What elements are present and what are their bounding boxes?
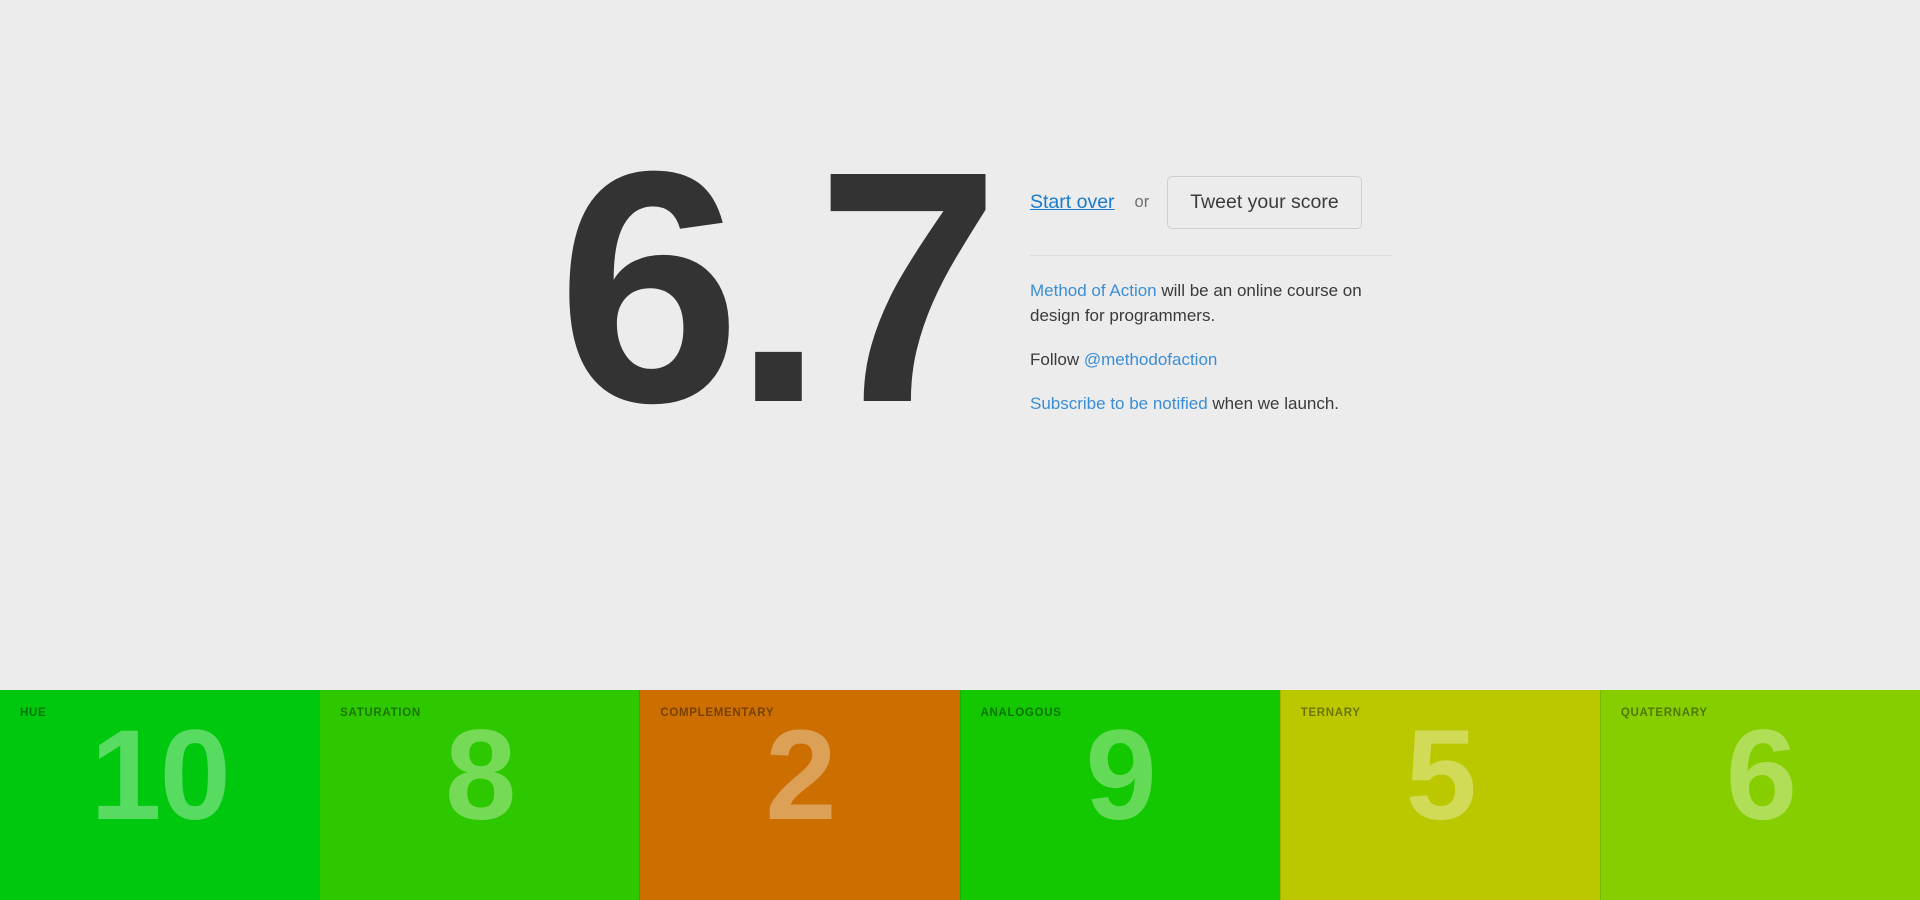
score-bar-value: 6 [1725,704,1797,847]
score-bar: ANALOGOUS 9 [959,690,1280,900]
score-bar: COMPLEMENTARY 2 [639,690,960,900]
score-bar-value: 9 [1085,704,1157,847]
subscribe-link[interactable]: Subscribe to be notified [1030,394,1208,413]
score-bar: HUE 10 [0,690,320,900]
score-bar: SATURATION 8 [319,690,640,900]
twitter-handle-link[interactable]: @methodofaction [1084,350,1218,369]
start-over-link[interactable]: Start over [1030,191,1115,214]
score-bar-value: 10 [90,704,230,847]
about-line-1: Method of Action will be an online cours… [1030,279,1392,329]
score-bars: HUE 10 SATURATION 8 COMPLEMENTARY 2 ANALOGOUS 9… [0,690,1920,900]
total-score: 6.7 [557,102,1000,471]
action-row: Start over or Tweet your score [1030,173,1420,231]
score-side-panel: Start over or Tweet your score Method of… [1030,145,1420,417]
panel-divider [1030,255,1392,256]
about-line-3: Subscribe to be notified when we launch. [1030,392,1392,417]
results-content: 6.7 Start over or Tweet your score Metho… [510,102,1420,471]
about-line-2: Follow @methodofaction [1030,348,1392,373]
score-bar: QUATERNARY 6 [1599,690,1920,900]
score-bar-value: 2 [765,704,836,847]
score-bar-value: 8 [445,704,516,847]
about-line-3-text: when we launch. [1207,393,1340,413]
follow-label: Follow [1030,349,1084,369]
results-area: 6.7 Start over or Tweet your score Metho… [0,0,1920,690]
about-block: Method of Action will be an online cours… [1030,279,1392,417]
action-separator-label: or [1134,192,1150,211]
method-of-action-link[interactable]: Method of Action [1030,281,1157,300]
score-bar-value: 5 [1405,704,1477,847]
tweet-your-score-button[interactable]: Tweet your score [1167,175,1362,229]
score-bar: TERNARY 5 [1279,690,1600,900]
